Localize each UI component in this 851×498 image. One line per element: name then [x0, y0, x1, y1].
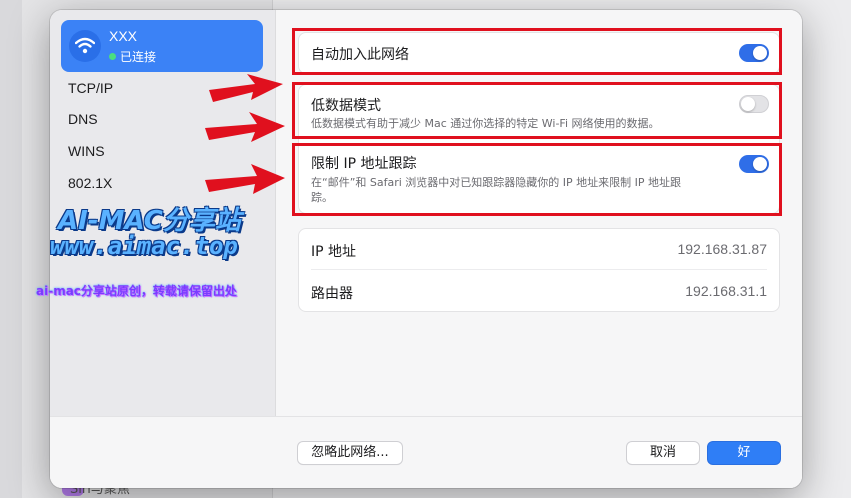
network-name: XXX [109, 28, 138, 44]
sidebar-item-dns[interactable]: DNS [68, 111, 98, 127]
highlight-box [292, 143, 782, 216]
arrow-annotations-icon [205, 74, 285, 194]
ok-button[interactable]: 好 [708, 442, 780, 464]
sidebar-item-tcpip[interactable]: TCP/IP [68, 80, 113, 96]
connected-dot-icon [109, 53, 116, 60]
sidebar-item-8021x[interactable]: 802.1X [68, 175, 112, 191]
cancel-button[interactable]: 取消 [627, 442, 699, 464]
highlight-box [292, 28, 782, 75]
forget-network-button[interactable]: 忽略此网络... [298, 442, 402, 464]
network-info-card: IP 地址 192.168.31.87 路由器 192.168.31.1 [298, 228, 780, 312]
ip-address-value: 192.168.31.87 [677, 241, 767, 257]
ip-address-label: IP 地址 [311, 244, 357, 260]
wifi-icon [69, 30, 101, 62]
sidebar-network-selected[interactable]: XXX 已连接 [61, 20, 263, 72]
sidebar-item-wins[interactable]: WINS [68, 143, 105, 159]
network-status-label: 已连接 [120, 50, 157, 64]
highlight-box [292, 82, 782, 139]
router-label: 路由器 [311, 286, 353, 302]
network-status: 已连接 [109, 48, 156, 65]
router-value: 192.168.31.1 [685, 283, 767, 299]
watermark-notice: ai-mac分享站原创，转载请保留出处 [36, 284, 237, 298]
row-divider [311, 269, 767, 270]
watermark-url: www.aimac.top [50, 232, 238, 260]
dialog-footer: 忽略此网络... 取消 好 [50, 416, 802, 488]
